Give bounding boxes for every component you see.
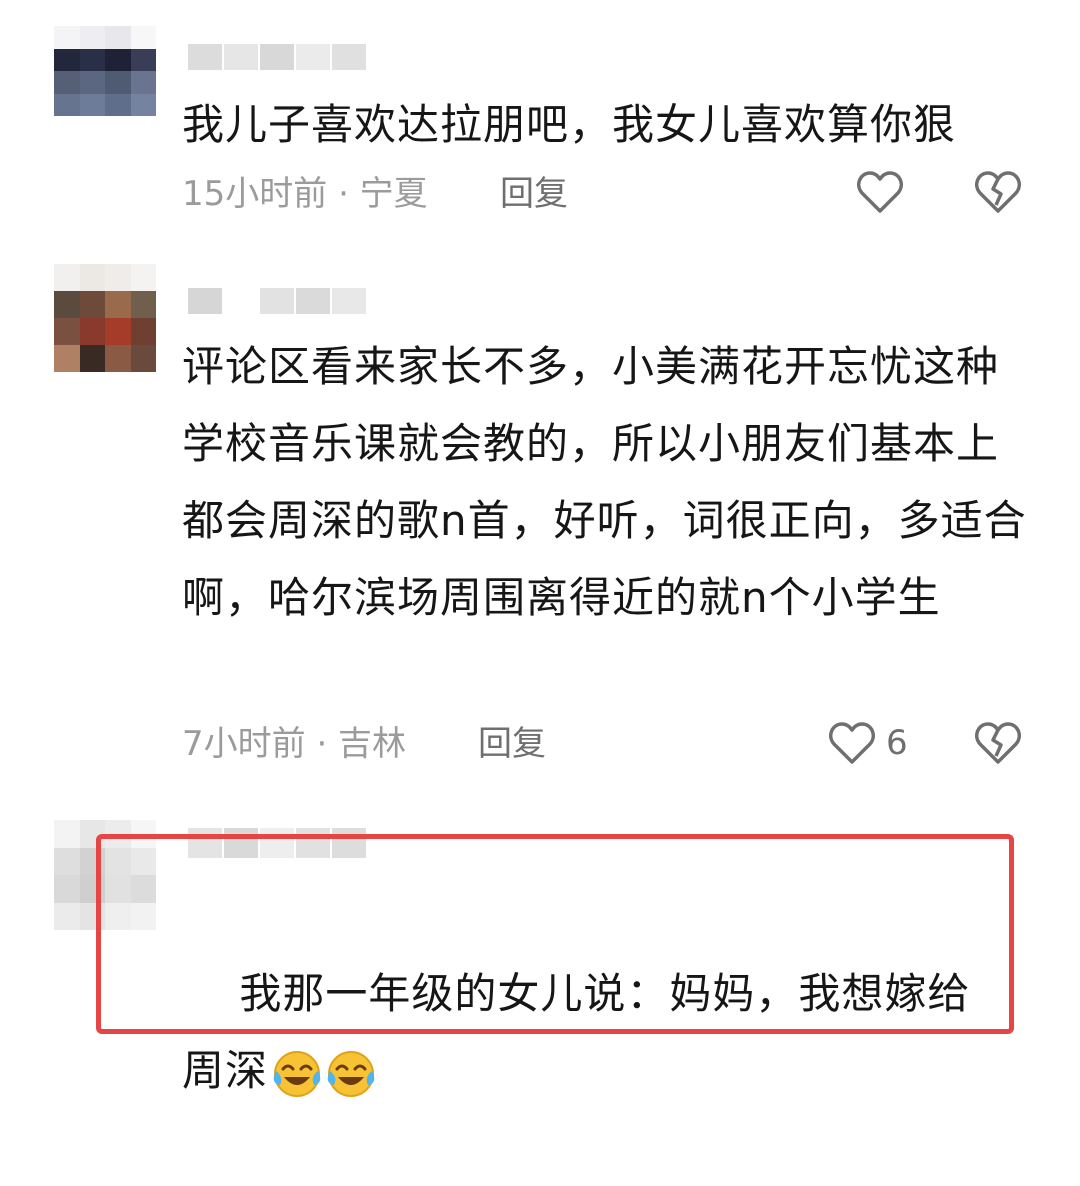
avatar-mosaic-cell xyxy=(79,93,105,116)
avatar-mosaic-cell xyxy=(54,48,80,71)
avatar-mosaic-cell xyxy=(130,71,156,94)
avatar-mosaic-cell xyxy=(105,291,131,318)
avatar-mosaic-cell xyxy=(54,345,80,372)
avatar-mosaic-cell xyxy=(130,264,156,291)
username-mosaic-cell xyxy=(296,288,330,314)
avatar-mosaic-cell xyxy=(79,26,105,49)
username-blurred[interactable] xyxy=(188,44,366,70)
avatar-mosaic-cell xyxy=(79,264,105,291)
avatar-mosaic-cell xyxy=(54,264,80,291)
comment-time-location: 7小时前 · 吉林 xyxy=(182,724,407,764)
avatar-mosaic-cell xyxy=(105,48,131,71)
heart-outline-icon xyxy=(857,171,903,213)
avatar-mosaic-cell xyxy=(130,93,156,116)
heart-outline-icon xyxy=(829,722,875,764)
comment-text: 评论区看来家长不多，小美满花开忘忧这种学校音乐课就会教的，所以小朋友们基本上都会… xyxy=(182,342,1027,622)
avatar-mosaic-cell xyxy=(54,318,80,345)
broken-heart-icon[interactable] xyxy=(974,167,1022,217)
comment-text: 我那一年级的女儿说：妈妈，我想嫁给周深 xyxy=(182,878,1002,1186)
avatar-mosaic-cell xyxy=(54,71,80,94)
avatar-mosaic-cell xyxy=(54,875,80,903)
username-mosaic-cell xyxy=(260,44,294,70)
username-mosaic-cell xyxy=(224,288,258,314)
avatar-mosaic-cell xyxy=(54,820,80,848)
avatar-mosaic-cell xyxy=(130,345,156,372)
avatar-mosaic-cell xyxy=(130,318,156,345)
like-count: 6 xyxy=(886,723,908,763)
avatar-mosaic-cell xyxy=(54,291,80,318)
broken-heart-icon[interactable] xyxy=(974,718,1022,768)
username-blurred[interactable] xyxy=(188,288,366,314)
reply-button[interactable]: 回复 xyxy=(500,172,568,216)
avatar-mosaic-cell xyxy=(79,71,105,94)
comment-time-location: 15小时前 · 宁夏 xyxy=(182,174,428,214)
avatar-mosaic-cell xyxy=(105,26,131,49)
avatar[interactable] xyxy=(54,26,156,116)
avatar-mosaic-cell xyxy=(105,93,131,116)
tears-of-joy-emoji xyxy=(273,1050,321,1097)
avatar-mosaic-cell xyxy=(54,847,80,875)
avatar-mosaic-cell xyxy=(79,48,105,71)
username-mosaic-cell xyxy=(296,44,330,70)
avatar-mosaic-cell xyxy=(105,345,131,372)
username-mosaic-cell xyxy=(332,288,366,314)
avatar-mosaic-cell xyxy=(54,93,80,116)
avatar-mosaic-cell xyxy=(105,318,131,345)
avatar-mosaic-cell xyxy=(54,26,80,49)
avatar-mosaic-cell xyxy=(54,902,80,930)
comment-text: 我儿子喜欢达拉朋吧，我女儿喜欢算你狠 xyxy=(182,100,957,149)
tears-of-joy-emoji xyxy=(327,1050,375,1097)
username-mosaic-cell xyxy=(332,44,366,70)
avatar-mosaic-cell xyxy=(79,318,105,345)
username-mosaic-cell xyxy=(224,44,258,70)
avatar-mosaic-cell xyxy=(130,48,156,71)
username-mosaic-cell xyxy=(188,44,222,70)
avatar-mosaic-cell xyxy=(105,264,131,291)
like-button[interactable] xyxy=(856,167,904,217)
reply-button[interactable]: 回复 xyxy=(478,722,546,766)
avatar-mosaic-cell xyxy=(105,71,131,94)
avatar-mosaic-cell xyxy=(130,291,156,318)
like-button[interactable]: 6 xyxy=(828,718,908,768)
avatar[interactable] xyxy=(54,264,156,372)
username-mosaic-cell xyxy=(188,288,222,314)
avatar-mosaic-cell xyxy=(130,26,156,49)
username-mosaic-cell xyxy=(260,288,294,314)
avatar-mosaic-cell xyxy=(79,345,105,372)
avatar-mosaic-cell xyxy=(79,291,105,318)
